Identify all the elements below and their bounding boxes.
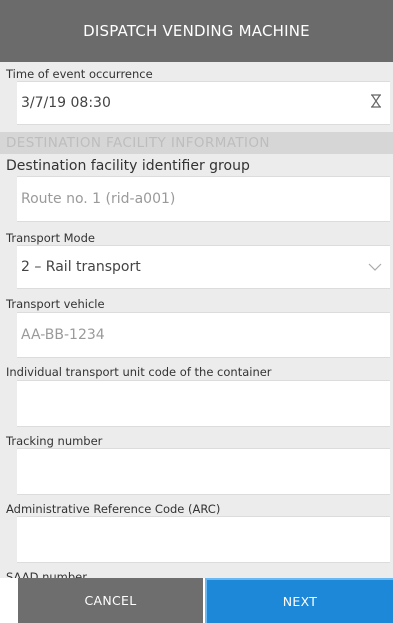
transport-mode-select[interactable]: 2 – Rail transport [17, 245, 390, 289]
destination-group-field[interactable]: Route no. 1 (rid-a001) [17, 176, 390, 222]
transport-mode-value: 2 – Rail transport [21, 259, 141, 275]
page-title: DISPATCH VENDING MACHINE [83, 22, 310, 40]
footer-bar: CANCEL NEXT [0, 578, 393, 623]
section-header: DESTINATION FACILITY INFORMATION [0, 132, 393, 154]
transport-vehicle-value: AA-BB-1234 [21, 327, 105, 343]
chevron-down-icon[interactable] [368, 259, 382, 275]
destination-group-label: Destination facility identifier group [6, 158, 250, 174]
event-time-label: Time of event occurrence [6, 67, 153, 81]
transport-vehicle-field[interactable]: AA-BB-1234 [17, 312, 390, 358]
arc-label: Administrative Reference Code (ARC) [6, 502, 221, 516]
app-header: DISPATCH VENDING MACHINE [0, 0, 393, 62]
tracking-label: Tracking number [6, 434, 103, 448]
tracking-field[interactable] [17, 448, 390, 495]
section-title: DESTINATION FACILITY INFORMATION [6, 135, 270, 151]
unit-code-label: Individual transport unit code of the co… [6, 365, 272, 379]
next-button[interactable]: NEXT [205, 578, 393, 623]
unit-code-field[interactable] [17, 380, 390, 427]
transport-vehicle-label: Transport vehicle [6, 297, 105, 311]
event-time-value: 3/7/19 08:30 [21, 95, 111, 111]
cancel-button[interactable]: CANCEL [18, 578, 203, 623]
transport-mode-label: Transport Mode [6, 231, 95, 245]
form-content[interactable]: Time of event occurrence 3/7/19 08:30 DE… [0, 62, 393, 580]
arc-field[interactable] [17, 516, 390, 563]
destination-group-value: Route no. 1 (rid-a001) [21, 191, 176, 207]
event-time-field[interactable]: 3/7/19 08:30 [17, 81, 390, 125]
hourglass-icon[interactable] [370, 94, 382, 112]
